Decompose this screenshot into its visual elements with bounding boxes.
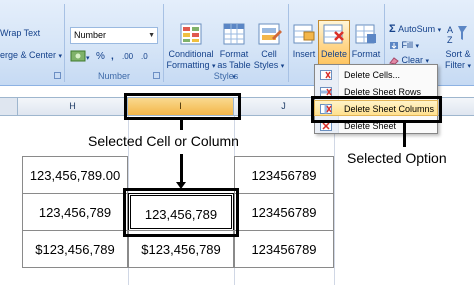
format-button[interactable]: Format [350, 22, 382, 60]
svg-text:Z: Z [447, 35, 453, 45]
cell-j-row2[interactable]: 123456789 [234, 193, 334, 231]
delete-cells-icon [320, 70, 332, 80]
cell-h-row2[interactable]: 123,456,789 [22, 193, 128, 231]
selected-option-annotation: Selected Option [347, 150, 447, 166]
cell-value: $123,456,789 [35, 242, 115, 257]
merge-center-button[interactable]: erge & Center ▾ [0, 50, 62, 62]
cell-styles-button[interactable]: Cell Styles ▾ [252, 22, 286, 72]
format-cells-icon [355, 24, 376, 44]
wrap-text-label: Wrap Text [0, 28, 41, 38]
decrease-decimal-icon: .0 [141, 52, 148, 61]
cell-value: 123456789 [251, 205, 317, 220]
gridline [334, 116, 335, 285]
styles-group-label: Styles [213, 71, 239, 81]
cell-value: 123456789 [251, 168, 317, 183]
percent-style-button[interactable]: % [96, 49, 105, 65]
fill-label: Fill [401, 40, 414, 50]
cell-value: 123,456,789.00 [29, 168, 121, 183]
chevron-down-icon: ▾ [58, 53, 63, 60]
cell-j-row3[interactable]: 123456789 [234, 230, 334, 268]
annotation-connector [403, 123, 406, 147]
column-highlight-box [124, 93, 241, 120]
annotation-connector [180, 120, 183, 130]
currency-icon: ▾ [70, 50, 90, 62]
column-header-j-label: J [281, 101, 286, 111]
wrap-text-button[interactable]: Wrap Text [0, 28, 40, 39]
cell-value: 123456789 [251, 242, 317, 257]
fill-icon [390, 42, 398, 50]
autosum-button[interactable]: Σ AutoSum ▾ [389, 24, 441, 36]
conditional-formatting-label-1: Conditional [168, 49, 214, 59]
number-dialog-launcher-icon[interactable] [153, 72, 160, 79]
cell-styles-label-1: Cell [261, 49, 277, 59]
select-all-corner[interactable] [0, 98, 18, 115]
percent-icon: % [96, 51, 105, 62]
sort-filter-icon: A Z [447, 25, 467, 45]
format-as-table-label-1: Format [219, 49, 249, 59]
chevron-down-icon: ▼ [148, 32, 155, 39]
fill-button[interactable]: Fill ▾ [389, 40, 419, 52]
cell-h-row3[interactable]: $123,456,789 [22, 230, 128, 268]
number-group-label: Number [97, 71, 130, 81]
currency-format-button[interactable]: ▾ [70, 49, 92, 65]
column-header-h[interactable]: H [18, 98, 128, 115]
increase-decimal-icon: .00 [122, 52, 134, 61]
format-as-table-icon [223, 23, 245, 45]
menu-item-label: Delete Cells... [344, 70, 401, 80]
cell-styles-icon [258, 23, 282, 45]
selected-option-highlight-box [311, 96, 442, 123]
cell-value: 123,456,789 [38, 205, 112, 220]
delete-button-content[interactable]: Delete [318, 22, 350, 60]
insert-label: Insert [292, 49, 316, 59]
sort-filter-label-2: Filter [444, 60, 465, 70]
cell-value: $123,456,789 [141, 242, 221, 257]
delete-cells-icon [323, 24, 344, 44]
sigma-icon: Σ [389, 23, 396, 35]
column-header-h-label: H [69, 101, 76, 111]
group-divider [163, 4, 164, 82]
alignment-dialog-launcher-icon[interactable] [54, 72, 61, 79]
cell-h-row1[interactable]: 123,456,789.00 [22, 156, 128, 194]
sort-filter-button[interactable]: A Z Sort & Filter ▾ [442, 22, 474, 72]
annotation-connector [180, 154, 183, 184]
group-divider [288, 4, 289, 82]
delete-label: Delete [320, 49, 347, 59]
autosum-label: AutoSum [398, 24, 436, 34]
decrease-decimal-button[interactable]: .0 [141, 49, 148, 65]
increase-decimal-button[interactable]: .00 [122, 49, 133, 65]
format-label: Format [351, 49, 381, 59]
svg-text:▾: ▾ [86, 55, 90, 62]
group-divider [64, 4, 65, 82]
svg-text:A: A [447, 25, 453, 35]
number-format-value: Number [74, 30, 107, 40]
chevron-down-icon: ▾ [467, 63, 472, 70]
chevron-down-icon: ▾ [415, 43, 420, 50]
number-format-dropdown[interactable]: Number ▼ [70, 27, 158, 44]
insert-cells-icon [293, 24, 315, 44]
cell-j-row1[interactable]: 123456789 [234, 156, 334, 194]
selected-cell-annotation: Selected Cell or Column [88, 133, 239, 149]
comma-icon: , [111, 51, 114, 62]
selected-cell-highlight-box [123, 188, 239, 237]
comma-style-button[interactable]: , [111, 49, 114, 65]
conditional-formatting-icon [180, 23, 202, 45]
insert-button[interactable]: Insert [290, 22, 318, 60]
conditional-formatting-button[interactable]: Conditional Formatting ▾ [166, 22, 216, 72]
menu-item-delete-cells[interactable]: Delete Cells... [315, 67, 437, 83]
merge-center-label: erge & Center [0, 50, 57, 60]
chevron-down-icon: ▾ [437, 27, 442, 34]
sort-filter-label-1: Sort & [445, 49, 471, 59]
